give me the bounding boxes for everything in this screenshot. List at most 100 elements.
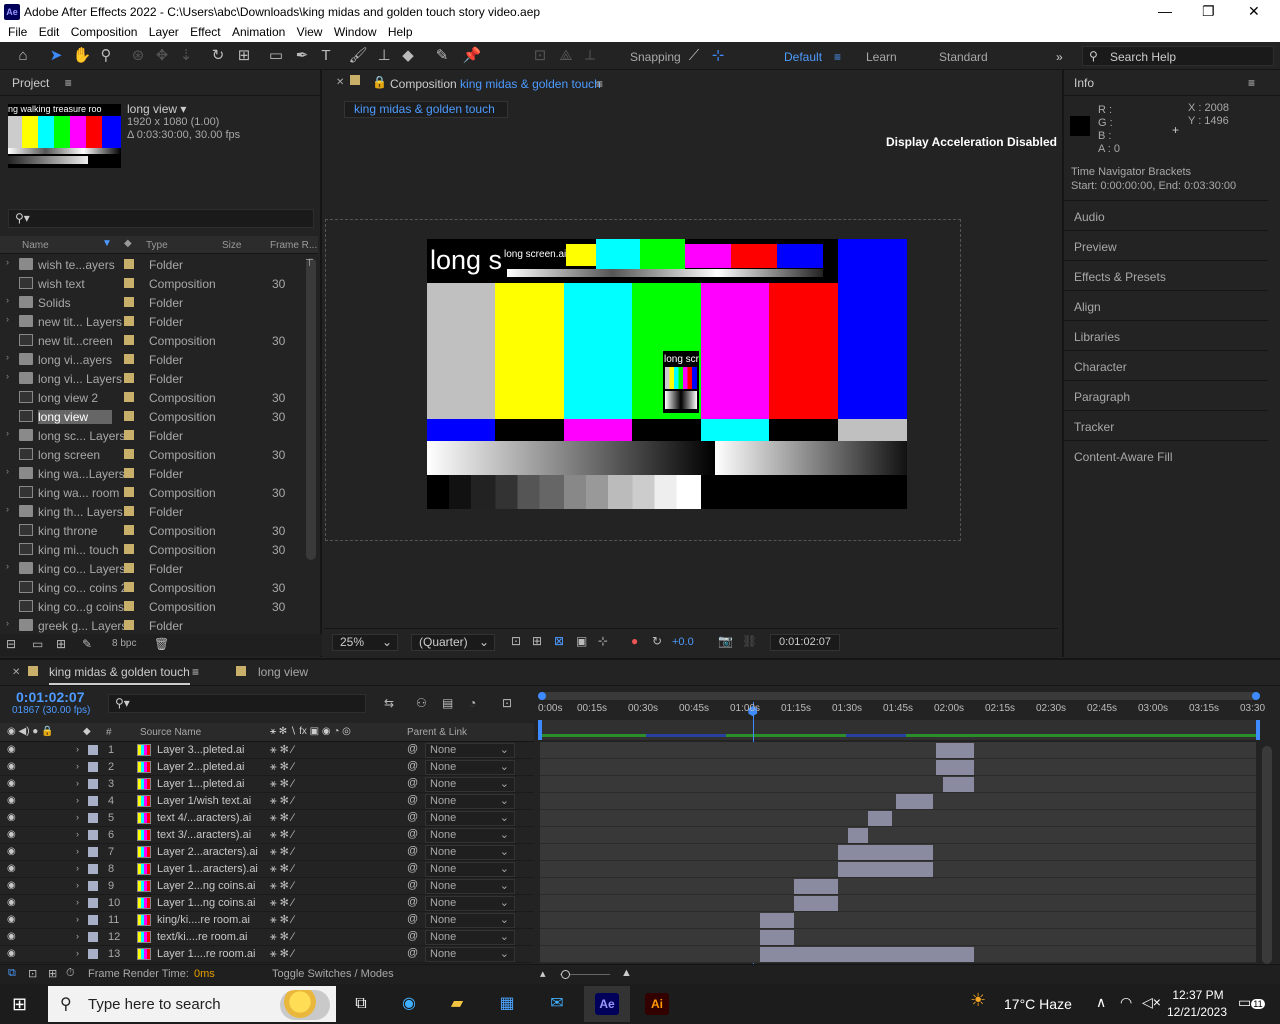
pen-tool-icon[interactable]: ✒	[292, 46, 312, 66]
label-swatch[interactable]	[124, 297, 134, 307]
label-column-icon[interactable]: ◆	[124, 238, 132, 249]
frame-blending-icon[interactable]: ▤	[442, 696, 453, 710]
parent-select[interactable]: None ⌄	[425, 845, 515, 860]
timeline-search-input[interactable]: ⚲▾	[108, 694, 366, 713]
close-panel-icon[interactable]: ✕	[336, 77, 344, 88]
pick-whip-icon[interactable]: @	[407, 896, 418, 908]
zoom-in-icon[interactable]: ▲	[621, 967, 632, 979]
label-swatch[interactable]	[88, 796, 98, 806]
windows-start-icon[interactable]: ⊞	[12, 994, 27, 1015]
layer-name[interactable]: Layer 1...ng coins.ai	[157, 897, 255, 909]
comp-mini-flowchart-icon[interactable]: ⇆	[384, 696, 394, 710]
label-swatch[interactable]	[124, 487, 134, 497]
side-panel-preview[interactable]: Preview	[1074, 240, 1117, 254]
col-type[interactable]: Type	[146, 240, 168, 251]
project-item[interactable]: king throne Composition 30	[0, 521, 304, 540]
pick-whip-icon[interactable]: @	[407, 743, 418, 755]
snap-features-icon[interactable]: ⊹	[708, 46, 728, 66]
maximize-icon[interactable]: ❐	[1202, 3, 1215, 20]
layer-duration-bar[interactable]	[759, 913, 794, 928]
layer-row[interactable]: ◉ › 1 Layer 3...pleted.ai ⚹ ✻ ∕ @ None ⌄	[0, 742, 534, 759]
workspace-learn[interactable]: Learn	[866, 50, 897, 64]
layer-duration-bar[interactable]	[868, 811, 893, 826]
tray-chevron-icon[interactable]: ∧	[1096, 994, 1106, 1011]
switches-header-icon[interactable]: ⚹ ✻ ∖ fx ▣ ◉ ◔ ◎	[270, 726, 351, 737]
fast-preview-icon[interactable]: ⊡	[511, 634, 521, 648]
interpret-footage-icon[interactable]: ⊟	[6, 637, 16, 651]
layer-row[interactable]: ◉ › 4 Layer 1/wish text.ai ⚹ ✻ ∕ @ None ⌄	[0, 793, 534, 810]
project-search-input[interactable]: ⚲▾	[8, 209, 314, 228]
weather-icon[interactable]: ☀	[970, 990, 986, 1011]
pan-camera-icon[interactable]: ✥	[152, 46, 172, 66]
parent-select[interactable]: None ⌄	[425, 794, 515, 809]
layer-duration-bar[interactable]	[759, 930, 794, 945]
edge-icon[interactable]: ◉	[386, 986, 432, 1022]
volume-icon[interactable]: ◁×	[1142, 994, 1161, 1011]
expand-icon[interactable]: ›	[76, 846, 79, 856]
pick-whip-icon[interactable]: @	[407, 913, 418, 925]
expand-icon[interactable]: ›	[76, 812, 79, 822]
pick-whip-icon[interactable]: @	[407, 930, 418, 942]
layer-row[interactable]: ◉ › 5 text 4/...aracters).ai ⚹ ✻ ∕ @ None ⌄	[0, 810, 534, 827]
expand-icon[interactable]: ›	[76, 880, 79, 890]
new-folder-icon[interactable]: ▭	[32, 637, 43, 651]
comp-timecode[interactable]: 0:01:02:07	[770, 634, 840, 651]
label-swatch[interactable]	[124, 316, 134, 326]
pan-behind-tool-icon[interactable]: ⊞	[234, 46, 254, 66]
close-tab-icon[interactable]: ✕	[12, 667, 20, 678]
side-panel-character[interactable]: Character	[1074, 360, 1127, 374]
pick-whip-icon[interactable]: @	[407, 811, 418, 823]
menu-file[interactable]: File	[8, 24, 27, 41]
project-item[interactable]: king mi... touch Composition 30	[0, 540, 304, 559]
parent-select[interactable]: None ⌄	[425, 930, 515, 945]
expand-icon[interactable]: ›	[6, 314, 9, 324]
toggle-switches-modes[interactable]: Toggle Switches / Modes	[272, 968, 394, 980]
side-panel-tracker[interactable]: Tracker	[1074, 420, 1114, 434]
project-item[interactable]: king co...g coins Composition 30	[0, 597, 304, 616]
parent-select[interactable]: None ⌄	[425, 896, 515, 911]
resolution-select[interactable]: (Quarter) ⌄	[411, 634, 495, 651]
sort-desc-icon[interactable]: ▼	[102, 238, 112, 249]
pick-whip-icon[interactable]: @	[407, 845, 418, 857]
layer-switches[interactable]: ⚹ ✻ ∕	[270, 845, 294, 859]
project-item[interactable]: › king th... Layers Folder	[0, 502, 304, 521]
tab-long-view[interactable]: long view	[258, 665, 308, 679]
expand-icon[interactable]: ›	[6, 352, 9, 362]
type-tool-icon[interactable]: T	[316, 46, 336, 66]
layer-switches[interactable]: ⚹ ✻ ∕	[270, 947, 294, 961]
parent-select[interactable]: None ⌄	[425, 947, 515, 962]
visibility-eye-icon[interactable]: ◉	[7, 761, 16, 772]
layer-duration-bar[interactable]	[936, 743, 974, 758]
layer-row[interactable]: ◉ › 3 Layer 1...pleted.ai ⚹ ✻ ∕ @ None ⌄	[0, 776, 534, 793]
parent-select[interactable]: None ⌄	[425, 760, 515, 775]
label-swatch[interactable]	[124, 563, 134, 573]
orbit-camera-icon[interactable]: ⊛	[128, 46, 148, 66]
show-snapshot-icon[interactable]: ⛓	[742, 634, 757, 648]
parent-select[interactable]: None ⌄	[425, 913, 515, 928]
home-icon[interactable]: ⌂	[13, 46, 33, 66]
motion-blur-icon[interactable]: ◔	[469, 696, 476, 710]
expand-icon[interactable]: ›	[6, 371, 9, 381]
side-panel-align[interactable]: Align	[1074, 300, 1101, 314]
menu-effect[interactable]: Effect	[190, 24, 220, 41]
visibility-eye-icon[interactable]: ◉	[7, 880, 16, 891]
visibility-eye-icon[interactable]: ◉	[7, 744, 16, 755]
expand-icon[interactable]: ›	[6, 428, 9, 438]
snapshot-icon[interactable]: 📷	[718, 634, 733, 648]
work-area-bar[interactable]	[538, 720, 1260, 740]
render-time-icon[interactable]: ⏱	[66, 967, 75, 980]
layer-row[interactable]: ◉ › 7 Layer 2...aracters).ai ⚹ ✻ ∕ @ None ⌄	[0, 844, 534, 861]
label-swatch[interactable]	[124, 620, 134, 630]
layer-name[interactable]: Layer 3...pleted.ai	[157, 744, 244, 756]
layer-name[interactable]: text/ki....re room.ai	[157, 931, 247, 943]
project-item[interactable]: wish text Composition 30	[0, 274, 304, 293]
layer-duration-bar[interactable]	[837, 862, 933, 877]
lock-icon[interactable]: 🔒	[372, 75, 387, 89]
project-item[interactable]: king wa... room Composition 30	[0, 483, 304, 502]
label-swatch[interactable]	[88, 813, 98, 823]
layer-switches[interactable]: ⚹ ✻ ∕	[270, 811, 294, 825]
delete-icon[interactable]: 🗑	[154, 637, 169, 651]
snap-edges-icon[interactable]: ⟋	[684, 46, 704, 66]
tab-king-midas[interactable]: king midas & golden touch	[49, 665, 190, 685]
panel-menu-icon[interactable]: ≡	[596, 77, 603, 91]
